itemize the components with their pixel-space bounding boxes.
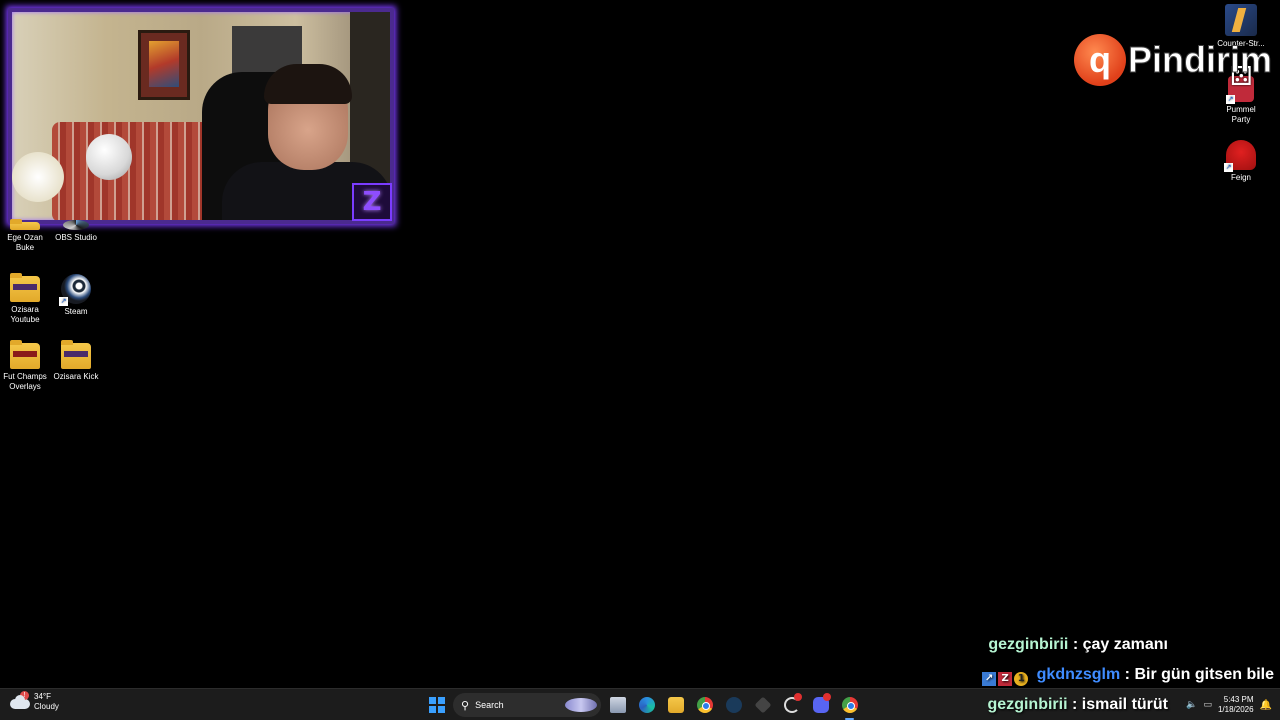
folder-icon bbox=[667, 697, 684, 713]
chat-badges: ↗ Z 1 bbox=[982, 672, 1029, 686]
chrome-button[interactable] bbox=[692, 693, 717, 717]
chat-message: gezginbirii : ismail türüt bbox=[988, 696, 1168, 714]
pindirim-logo-mark: q bbox=[1074, 34, 1126, 86]
webcam-streamer-hair bbox=[264, 64, 352, 104]
file-explorer-button[interactable] bbox=[663, 693, 688, 717]
weather-widget[interactable]: ! 34°F Cloudy bbox=[10, 691, 59, 712]
steam-icon bbox=[725, 697, 742, 713]
folder-icon bbox=[10, 219, 40, 230]
discord-button[interactable] bbox=[808, 693, 833, 717]
clock-date: 1/18/2026 bbox=[1217, 705, 1254, 714]
notification-dot bbox=[794, 693, 802, 701]
chat-username: gezginbirii bbox=[987, 696, 1068, 713]
desktop-icon-fut-champs-overlays[interactable]: Fut Champs Overlays bbox=[0, 340, 50, 392]
desktop-icon-obs-studio[interactable]: OBS Studio bbox=[51, 220, 101, 243]
chat-badge-arrow-icon: ↗ bbox=[982, 672, 997, 686]
webcam-helmet bbox=[86, 134, 132, 180]
system-tray: 🔈 ▭ 5:43 PM 1/18/2026 🔔 bbox=[1186, 693, 1272, 717]
windows-start-icon bbox=[428, 697, 445, 713]
counter-strike-icon bbox=[1225, 4, 1257, 36]
pindirim-logo-text: Pindirim bbox=[1127, 39, 1273, 81]
search-icon: ⚲ bbox=[461, 698, 470, 712]
desktop-icon-label: Ozisara Kick bbox=[53, 372, 99, 381]
chat-text: ismail türüt bbox=[1081, 696, 1168, 713]
desktop-icon-steam[interactable]: ↗ Steam bbox=[51, 274, 101, 317]
desktop-icon-label: Fut Champs Overlays bbox=[3, 372, 47, 391]
pindirim-logo: q Pindirim bbox=[1074, 34, 1273, 86]
steam-icon: ↗ bbox=[59, 274, 91, 306]
weather-text: 34°F Cloudy bbox=[34, 692, 59, 712]
shortcut-arrow-icon: ↗ bbox=[1226, 95, 1235, 104]
folder-icon bbox=[10, 273, 40, 302]
weather-alert-badge: ! bbox=[20, 691, 29, 700]
taskbar-apps: ⚲ Search bbox=[424, 693, 862, 720]
feign-icon: ↗ bbox=[1224, 140, 1256, 172]
edge-icon bbox=[638, 697, 655, 713]
notification-bell-icon[interactable]: 🔔 bbox=[1260, 700, 1272, 711]
chrome-active-button[interactable] bbox=[837, 693, 862, 720]
webcam-painting bbox=[138, 30, 190, 100]
chat-message: gezginbirii : çay zamanı bbox=[988, 636, 1168, 654]
search-placeholder: Search bbox=[475, 700, 504, 710]
chrome-icon bbox=[841, 697, 858, 713]
edge-button[interactable] bbox=[634, 693, 659, 717]
search-highlight-icon bbox=[565, 698, 597, 712]
weather-temp: 34°F bbox=[34, 692, 51, 701]
shortcut-arrow-icon: ↗ bbox=[59, 297, 68, 306]
steam-button[interactable] bbox=[721, 693, 746, 717]
chat-message: ↗ Z 1 gkdnzsglm : Bir gün gitsen bile bbox=[982, 666, 1274, 686]
webcam-lamp bbox=[12, 152, 64, 202]
desktop-icon-ozisara-kick[interactable]: Ozisara Kick bbox=[51, 340, 101, 382]
chrome-icon bbox=[696, 697, 713, 713]
folder-icon bbox=[61, 340, 91, 369]
battery-icon[interactable]: ▭ bbox=[1203, 700, 1212, 710]
desktop-icon-label: Feign bbox=[1230, 173, 1251, 182]
desktop-icon-feign[interactable]: ↗ Feign bbox=[1216, 140, 1266, 183]
folder-icon bbox=[10, 340, 40, 369]
cloud-icon: ! bbox=[10, 691, 30, 709]
chat-username: gezginbirii bbox=[988, 636, 1069, 653]
obs-icon bbox=[63, 220, 89, 230]
chat-username: gkdnzsglm bbox=[1036, 666, 1121, 683]
chat-separator: : bbox=[1072, 636, 1079, 653]
chat-text: çay zamanı bbox=[1082, 636, 1168, 653]
weather-condition: Cloudy bbox=[34, 702, 59, 711]
app-button[interactable] bbox=[750, 693, 775, 717]
task-view-button[interactable] bbox=[605, 693, 630, 717]
desktop-icon-label: Steam bbox=[64, 307, 88, 316]
start-button[interactable] bbox=[424, 693, 449, 717]
desktop-icon-label: Ozisara Youtube bbox=[10, 305, 40, 324]
chat-separator: : bbox=[1071, 696, 1078, 713]
clock-time: 5:43 PM bbox=[1223, 695, 1254, 704]
chat-text: Bir gün gitsen bile bbox=[1134, 666, 1274, 683]
shortcut-arrow-icon: ↗ bbox=[1224, 163, 1233, 172]
task-view-icon bbox=[609, 697, 626, 713]
volume-icon[interactable]: 🔈 bbox=[1186, 700, 1197, 710]
desktop-icon-label: Pummel Party bbox=[1226, 105, 1256, 124]
desktop-icon-ege-ozan-buke[interactable]: Ege Ozan Buke bbox=[0, 219, 50, 253]
loading-app-button[interactable] bbox=[779, 693, 804, 717]
desktop-icon-label: OBS Studio bbox=[55, 233, 97, 242]
channel-badge-icon: Z bbox=[352, 183, 392, 221]
app-icon bbox=[754, 696, 771, 714]
notification-dot bbox=[823, 693, 831, 701]
chat-separator: : bbox=[1124, 666, 1130, 683]
chat-badge-z-icon: Z bbox=[998, 672, 1013, 686]
clock[interactable]: 5:43 PM 1/18/2026 bbox=[1218, 695, 1254, 715]
webcam-overlay bbox=[8, 8, 394, 224]
taskbar-search[interactable]: ⚲ Search bbox=[453, 693, 601, 717]
channel-badge-glyph: Z bbox=[362, 187, 382, 217]
desktop-icon-label: Ege Ozan Buke bbox=[7, 233, 43, 252]
chat-badge-number-icon: 1 bbox=[1014, 672, 1029, 686]
desktop-icon-ozisara-youtube[interactable]: Ozisara Youtube bbox=[0, 273, 50, 325]
